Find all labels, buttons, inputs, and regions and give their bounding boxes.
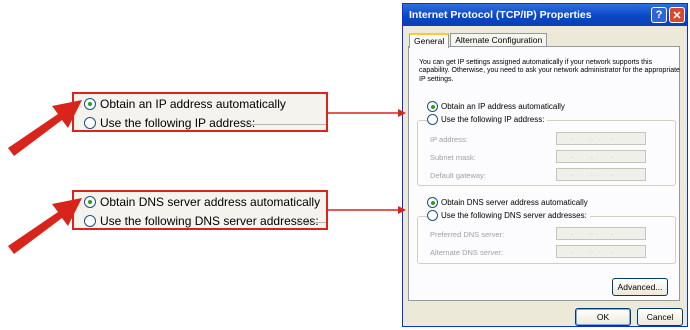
radio-selected-icon[interactable]: [84, 196, 96, 208]
callout-dns-manual-label: Use the following DNS server addresses:: [100, 214, 319, 228]
ip-auto-option[interactable]: Obtain an IP address automatically: [427, 101, 565, 112]
ip-auto-label: Obtain an IP address automatically: [441, 102, 565, 111]
arrow-icon: [8, 198, 82, 254]
alternate-dns-label: Alternate DNS server:: [430, 248, 503, 257]
advanced-button[interactable]: Advanced...: [612, 278, 668, 296]
divider: [296, 222, 326, 223]
callout-dns-auto-option[interactable]: Obtain DNS server address automatically: [84, 195, 320, 209]
cancel-button[interactable]: Cancel: [637, 308, 683, 326]
subnet-mask-label: Subnet mask:: [430, 153, 476, 162]
radio-selected-icon[interactable]: [427, 197, 438, 208]
intro-text: You can get IP settings assigned automat…: [419, 59, 680, 83]
subnet-mask-field[interactable]: ...: [556, 150, 646, 163]
ip-address-field[interactable]: ...: [556, 132, 646, 145]
default-gateway-field[interactable]: ...: [556, 168, 646, 181]
divider: [246, 124, 326, 125]
callout-ip-manual-label: Use the following IP address:: [100, 116, 256, 130]
radio-unselected-icon[interactable]: [427, 114, 438, 125]
dns-callout: Obtain DNS server address automatically …: [72, 190, 328, 230]
radio-selected-icon[interactable]: [427, 101, 438, 112]
callout-ip-auto-option[interactable]: Obtain an IP address automatically: [84, 97, 286, 111]
arrow-icon: [8, 100, 82, 156]
callout-ip-auto-label: Obtain an IP address automatically: [100, 97, 286, 111]
ok-button[interactable]: OK: [575, 308, 631, 326]
ip-callout: Obtain an IP address automatically Use t…: [72, 92, 328, 132]
close-icon[interactable]: ✕: [669, 7, 685, 23]
ip-manual-option[interactable]: Use the following IP address:: [427, 114, 548, 125]
help-icon[interactable]: ?: [651, 7, 667, 23]
radio-unselected-icon[interactable]: [427, 210, 438, 221]
callout-ip-manual-option[interactable]: Use the following IP address:: [84, 116, 255, 130]
callout-dns-manual-option[interactable]: Use the following DNS server addresses:: [84, 214, 319, 228]
default-gateway-label: Default gateway:: [430, 171, 486, 180]
radio-unselected-icon[interactable]: [84, 117, 96, 129]
alternate-dns-field[interactable]: ...: [556, 245, 646, 258]
dns-manual-label: Use the following DNS server addresses:: [441, 211, 587, 220]
title-bar[interactable]: Internet Protocol (TCP/IP) Properties: [403, 4, 687, 26]
ip-manual-label: Use the following IP address:: [441, 115, 545, 124]
tab-strip: General Alternate Configuration: [409, 33, 548, 48]
dns-manual-option[interactable]: Use the following DNS server addresses:: [427, 210, 590, 221]
dns-auto-option[interactable]: Obtain DNS server address automatically: [427, 197, 588, 208]
dialog-title: Internet Protocol (TCP/IP) Properties: [409, 9, 592, 21]
callout-dns-auto-label: Obtain DNS server address automatically: [100, 195, 321, 209]
ip-address-label: IP address:: [430, 135, 468, 144]
radio-unselected-icon[interactable]: [84, 215, 96, 227]
dns-auto-label: Obtain DNS server address automatically: [441, 198, 588, 207]
preferred-dns-label: Preferred DNS server:: [430, 230, 505, 239]
tab-general[interactable]: General: [409, 33, 450, 48]
tab-alternate-configuration[interactable]: Alternate Configuration: [450, 33, 548, 47]
radio-selected-icon[interactable]: [84, 98, 96, 110]
preferred-dns-field[interactable]: ...: [556, 227, 646, 240]
